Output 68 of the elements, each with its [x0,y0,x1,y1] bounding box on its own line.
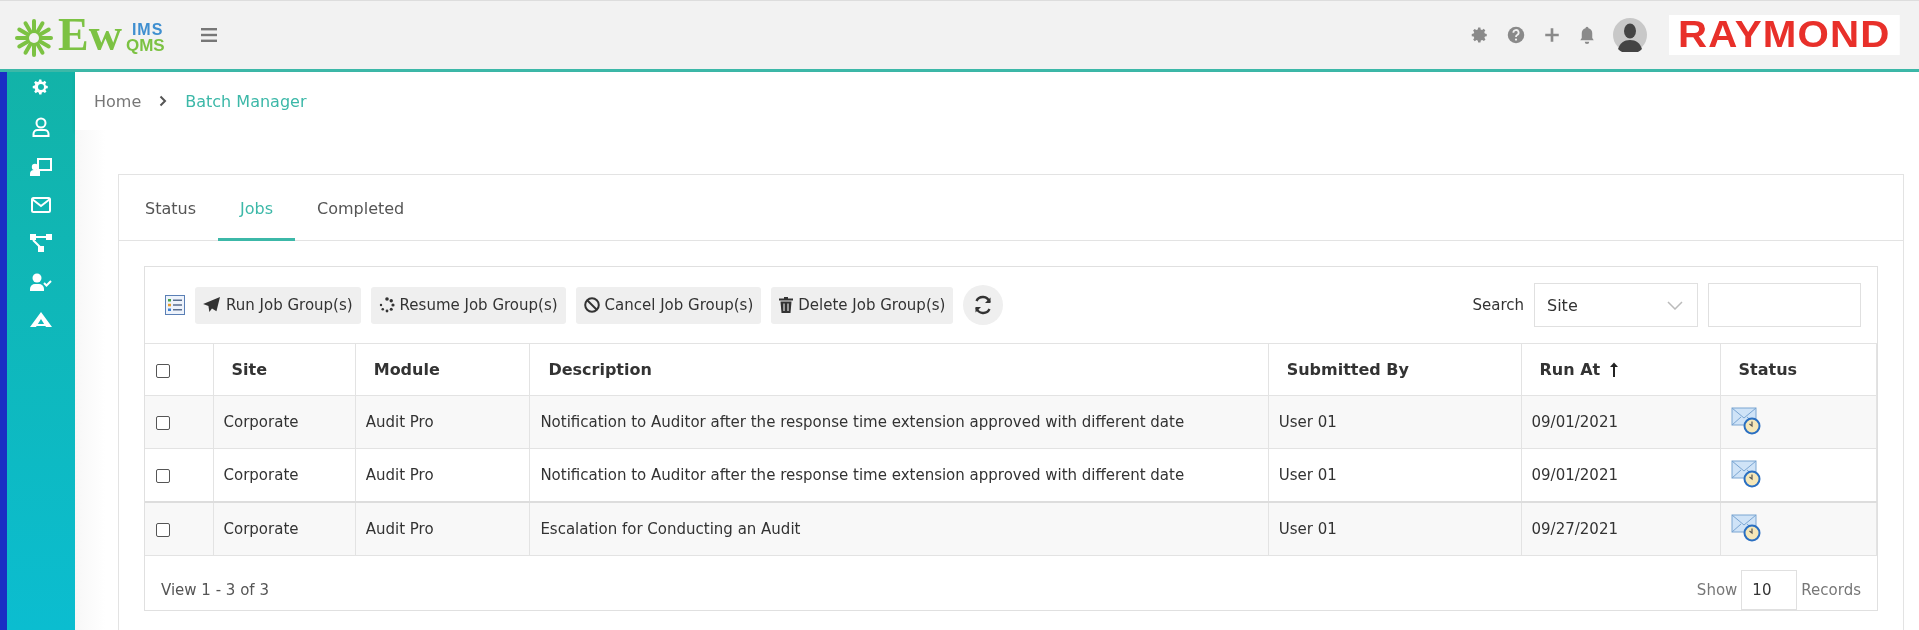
table-cell: Notification to Auditor after the response time extension approved with different date [540,466,1185,484]
user-icon[interactable] [32,117,50,137]
table-cell: 09/27/2021 [1531,520,1618,538]
toolbar-button[interactable]: Run Job Group(s) [195,286,361,324]
search-label: Search [1472,296,1524,314]
table-cell: Notification to Auditor after the response time extension approved with different date [540,413,1185,431]
chevron-down-icon [1667,300,1683,310]
table-cell: 09/01/2021 [1531,466,1618,484]
table-cell: Audit Pro [365,466,434,484]
help-icon[interactable] [1507,26,1526,44]
presenter-icon[interactable] [30,158,52,176]
settings-icon[interactable] [1471,26,1490,44]
table-cell: Corporate [223,520,299,538]
tab[interactable]: Completed [295,175,427,241]
chevron-right-icon [159,95,168,107]
column-header[interactable]: Submitted By [1286,360,1409,379]
menu-icon[interactable] [200,28,217,42]
plus-icon[interactable] [1543,26,1562,44]
toolbar-button[interactable]: Resume Job Group(s) [370,286,566,324]
checkbox[interactable] [156,363,170,378]
table-cell: Audit Pro [365,520,434,538]
avatar-icon[interactable] [1613,18,1648,52]
table-cell: User 01 [1278,413,1337,431]
trash-icon [779,297,794,313]
table-cell: 09/01/2021 [1531,413,1618,431]
envelope-clock-icon [1730,458,1761,488]
column-header[interactable]: Site [231,360,268,379]
logo-text: QMS [125,38,165,54]
checkbox[interactable] [156,415,170,430]
pagination-summary: View 1 - 3 of 3 [161,581,269,599]
envelope-clock-icon [1730,512,1761,542]
hierarchy-icon[interactable] [30,234,52,252]
spinner-icon [378,297,395,313]
refresh-button[interactable] [963,285,1004,325]
settings-icon[interactable] [32,78,50,96]
column-header[interactable]: Description [548,360,652,379]
user-check-icon[interactable] [30,273,52,291]
starburst-icon [14,18,54,58]
ban-icon [583,297,600,313]
table-cell: User 01 [1278,466,1337,484]
table-cell: Corporate [223,413,299,431]
table-cell: Corporate [223,466,299,484]
bell-icon[interactable] [1579,26,1596,44]
toolbar-button[interactable]: Cancel Job Group(s) [575,286,762,324]
sort-ascending-icon[interactable] [1609,361,1620,378]
logo-text: Ew [58,12,122,58]
table-cell: User 01 [1278,520,1337,538]
table-cell: Escalation for Conducting an Audit [540,520,801,538]
page-size-label: Records [1801,581,1861,599]
checkbox[interactable] [156,522,170,537]
column-chooser-icon[interactable] [165,295,185,315]
breadcrumb-link[interactable]: Home [94,91,142,111]
tab[interactable]: Status [123,175,218,241]
page-size-label: Show [1696,581,1738,599]
toolbar-button[interactable]: Delete Job Group(s) [771,286,954,324]
column-header[interactable]: Module [373,360,440,379]
table-cell: Audit Pro [365,413,434,431]
mail-icon[interactable] [31,197,51,213]
envelope-clock-icon [1730,405,1761,435]
page-size-field[interactable]: 10 [1741,570,1798,610]
column-header[interactable]: Run At [1539,360,1601,379]
brand-logo: RAYMOND [1669,15,1900,55]
logo-text: IMS [131,22,165,38]
checkbox[interactable] [156,468,170,483]
search-field-dropdown[interactable]: Site [1534,283,1698,327]
search-input[interactable] [1708,283,1861,327]
refresh-icon [973,295,994,315]
column-header[interactable]: Status [1738,360,1798,379]
